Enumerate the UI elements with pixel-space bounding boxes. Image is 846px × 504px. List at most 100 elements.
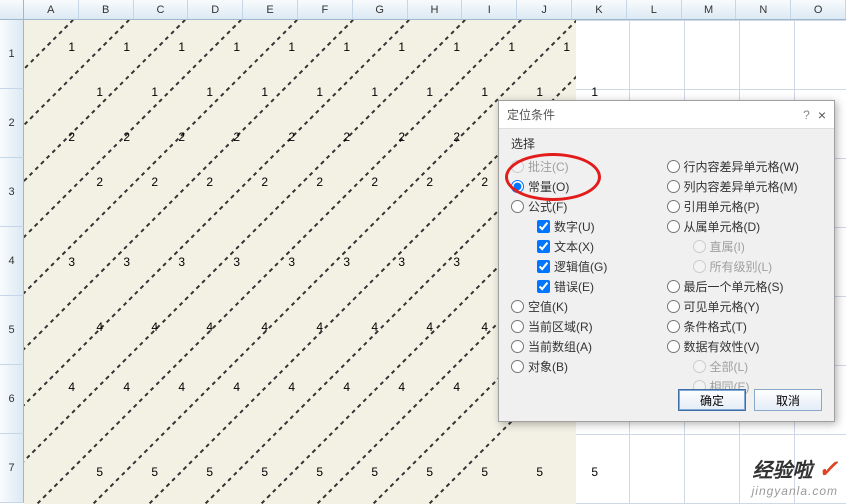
column-header[interactable]: N xyxy=(736,0,791,19)
cell-value[interactable]: 1 xyxy=(354,40,409,54)
select-all-corner[interactable] xyxy=(0,0,24,19)
radio-option[interactable]: 对象(B) xyxy=(511,356,667,376)
radio-option[interactable]: 引用单元格(P) xyxy=(667,196,823,216)
cell-value[interactable]: 4 xyxy=(327,320,382,334)
cell-value[interactable]: 1 xyxy=(107,85,162,99)
cell-value[interactable]: 2 xyxy=(437,175,492,189)
radio-option[interactable]: 可见单元格(Y) xyxy=(667,296,823,316)
radio-input[interactable] xyxy=(511,340,524,353)
column-header[interactable]: O xyxy=(791,0,846,19)
dialog-titlebar[interactable]: 定位条件 ? × xyxy=(499,101,834,129)
cell-value[interactable]: 2 xyxy=(189,130,244,144)
column-header[interactable]: M xyxy=(682,0,737,19)
cell-value[interactable]: 1 xyxy=(52,85,107,99)
radio-option[interactable]: 直属(I) xyxy=(667,236,823,256)
ok-button[interactable]: 确定 xyxy=(678,389,746,411)
cell-value[interactable]: 2 xyxy=(162,175,217,189)
radio-option[interactable]: 数据有效性(V) xyxy=(667,336,823,356)
cell-value[interactable]: 3 xyxy=(409,255,464,269)
cell-value[interactable]: 4 xyxy=(189,380,244,394)
cell-value[interactable]: 1 xyxy=(272,85,327,99)
radio-option[interactable]: 行内容差异单元格(W) xyxy=(667,156,823,176)
cell-value[interactable]: 2 xyxy=(52,175,107,189)
radio-input[interactable] xyxy=(667,160,680,173)
cell-value[interactable]: 4 xyxy=(382,320,437,334)
cell-value[interactable]: 1 xyxy=(162,85,217,99)
cell-value[interactable]: 3 xyxy=(134,255,189,269)
checkbox-option[interactable]: 文本(X) xyxy=(511,236,667,256)
help-icon[interactable]: ? xyxy=(803,108,810,122)
radio-input[interactable] xyxy=(667,280,680,293)
column-header[interactable]: C xyxy=(134,0,189,19)
cell-value[interactable]: 4 xyxy=(437,320,492,334)
cell-value[interactable]: 5 xyxy=(217,465,272,479)
cell-value[interactable]: 2 xyxy=(244,130,299,144)
column-header[interactable]: F xyxy=(298,0,353,19)
cell-value[interactable]: 1 xyxy=(492,85,547,99)
column-header[interactable]: A xyxy=(24,0,79,19)
cell-value[interactable]: 1 xyxy=(437,85,492,99)
radio-input[interactable] xyxy=(511,180,524,193)
cell-value[interactable]: 1 xyxy=(134,40,189,54)
cell-value[interactable]: 5 xyxy=(382,465,437,479)
radio-input[interactable] xyxy=(693,360,706,373)
cell-value[interactable]: 1 xyxy=(327,85,382,99)
cell-value[interactable]: 4 xyxy=(409,380,464,394)
row-header[interactable]: 2 xyxy=(0,89,24,158)
radio-option[interactable]: 当前数组(A) xyxy=(511,336,667,356)
radio-option[interactable]: 最后一个单元格(S) xyxy=(667,276,823,296)
cell-value[interactable]: 2 xyxy=(79,130,134,144)
radio-input[interactable] xyxy=(667,180,680,193)
cell-value[interactable]: 4 xyxy=(244,380,299,394)
column-header[interactable]: E xyxy=(243,0,298,19)
cell-value[interactable]: 2 xyxy=(134,130,189,144)
cell-value[interactable]: 2 xyxy=(382,175,437,189)
cell-value[interactable]: 1 xyxy=(79,40,134,54)
radio-option[interactable]: 列内容差异单元格(M) xyxy=(667,176,823,196)
radio-option[interactable]: 所有级别(L) xyxy=(667,256,823,276)
cell-value[interactable]: 5 xyxy=(107,465,162,479)
radio-option[interactable]: 空值(K) xyxy=(511,296,667,316)
column-header[interactable]: I xyxy=(462,0,517,19)
radio-option[interactable]: 从属单元格(D) xyxy=(667,216,823,236)
row-header[interactable]: 1 xyxy=(0,20,24,89)
column-header[interactable]: K xyxy=(572,0,627,19)
cell-value[interactable]: 3 xyxy=(244,255,299,269)
radio-option[interactable]: 全部(L) xyxy=(667,356,823,376)
checkbox-option[interactable]: 逻辑值(G) xyxy=(511,256,667,276)
radio-input[interactable] xyxy=(667,320,680,333)
row-header[interactable]: 5 xyxy=(0,296,24,365)
close-icon[interactable]: × xyxy=(818,107,826,123)
cell-value[interactable]: 1 xyxy=(547,85,602,99)
cell-value[interactable]: 5 xyxy=(272,465,327,479)
cell-value[interactable]: 5 xyxy=(162,465,217,479)
cell-value[interactable]: 1 xyxy=(382,85,437,99)
radio-option[interactable]: 条件格式(T) xyxy=(667,316,823,336)
column-header[interactable]: G xyxy=(353,0,408,19)
cell-value[interactable]: 2 xyxy=(107,175,162,189)
cell-value[interactable]: 5 xyxy=(327,465,382,479)
radio-input[interactable] xyxy=(511,200,524,213)
column-header[interactable]: D xyxy=(188,0,243,19)
row-header[interactable]: 7 xyxy=(0,434,24,503)
radio-input[interactable] xyxy=(511,320,524,333)
cell-value[interactable]: 4 xyxy=(162,320,217,334)
cell-value[interactable]: 1 xyxy=(299,40,354,54)
cell-value[interactable]: 2 xyxy=(327,175,382,189)
cell-value[interactable]: 2 xyxy=(217,175,272,189)
checkbox-option[interactable]: 数字(U) xyxy=(511,216,667,236)
cell-value[interactable]: 4 xyxy=(217,320,272,334)
cell-value[interactable]: 3 xyxy=(24,255,79,269)
cell-value[interactable]: 3 xyxy=(354,255,409,269)
column-header[interactable]: B xyxy=(79,0,134,19)
cell-value[interactable]: 1 xyxy=(24,40,79,54)
checkbox-option[interactable]: 错误(E) xyxy=(511,276,667,296)
checkbox-input[interactable] xyxy=(537,280,550,293)
cell-value[interactable]: 4 xyxy=(272,320,327,334)
row-header[interactable]: 6 xyxy=(0,365,24,434)
cell-value[interactable]: 1 xyxy=(519,40,574,54)
radio-option[interactable]: 批注(C) xyxy=(511,156,667,176)
radio-input[interactable] xyxy=(667,220,680,233)
radio-input[interactable] xyxy=(511,360,524,373)
cell-value[interactable]: 2 xyxy=(24,130,79,144)
